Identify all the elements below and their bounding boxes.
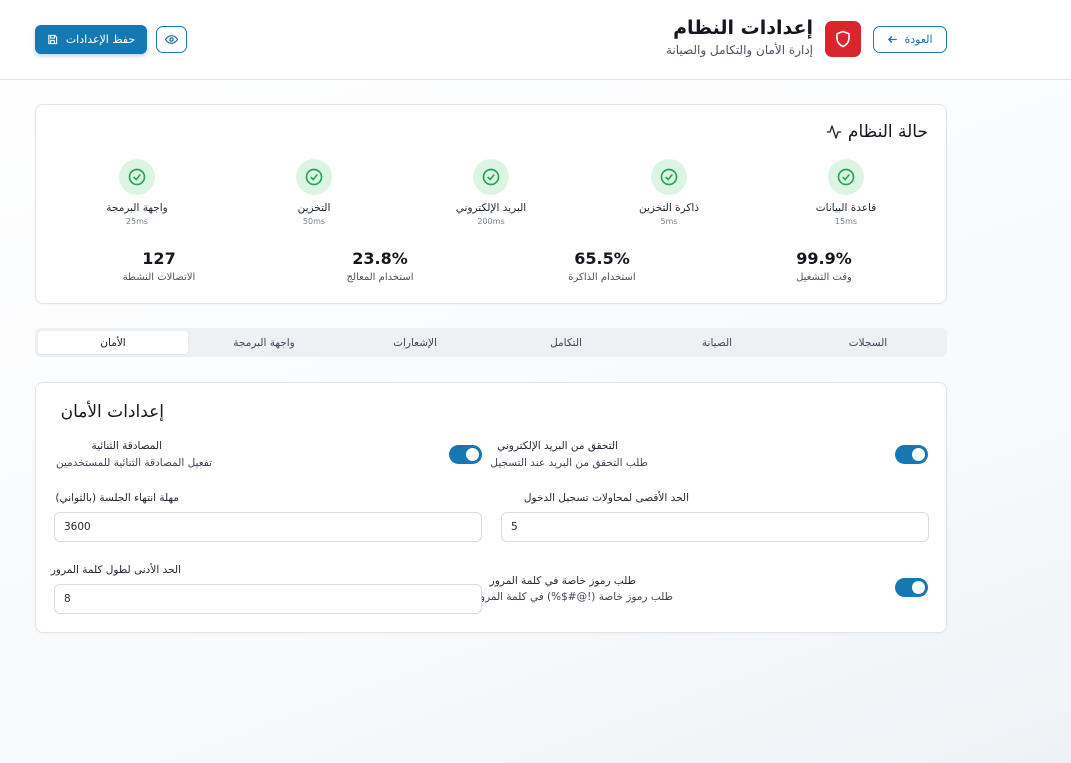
page-title: إعدادات النظام (673, 17, 813, 39)
check-circle-icon (473, 159, 509, 195)
status-title-text: حالة النظام (847, 122, 928, 142)
back-button[interactable]: العودة (873, 26, 947, 53)
metric-uptime: 99.9% وقت التشغيل (744, 249, 904, 283)
toggle-knob (466, 448, 479, 461)
email-verification-desc: طلب التحقق من البريد عند التسجيل (490, 457, 648, 469)
special-chars-toggle[interactable] (895, 578, 928, 597)
check-circle-icon (119, 159, 155, 195)
min-password-length-input[interactable]: 8 (54, 584, 482, 614)
metric-connections: 127 الاتصالات النشطة (79, 249, 239, 283)
max-login-attempts-input[interactable]: 5 (501, 512, 929, 542)
save-settings-button[interactable]: حفظ الإعدادات (35, 25, 147, 54)
activity-icon (826, 125, 842, 139)
system-status-card: حالة النظام قاعدة البيانات 15ms ذاكرة ال… (35, 104, 947, 304)
tab-api[interactable]: واجهة البرمجة (189, 331, 339, 354)
eye-icon (165, 35, 178, 44)
service-database: قاعدة البيانات 15ms (776, 159, 916, 226)
metric-label: استخدام المعالج (346, 272, 414, 283)
toggle-knob (912, 448, 925, 461)
service-latency: 200ms (477, 217, 505, 226)
status-title: حالة النظام (826, 122, 928, 142)
metric-memory: 65.5% استخدام الذاكرة (522, 249, 682, 283)
shield-logo (825, 21, 861, 57)
service-api: واجهة البرمجة 25ms (67, 159, 207, 226)
session-timeout-label: مهلة انتهاء الجلسة (بالثواني) (55, 492, 179, 504)
service-name: واجهة البرمجة (106, 202, 168, 214)
settings-tabs: السجلات الصيانة التكامل الإشعارات واجهة … (35, 328, 947, 357)
service-latency: 25ms (125, 217, 149, 226)
metric-label: وقت التشغيل (796, 272, 852, 283)
two-factor-label: المصادقة الثنائية (91, 440, 162, 452)
check-circle-icon (296, 159, 332, 195)
service-latency: 50ms (302, 217, 326, 226)
tab-maintenance[interactable]: الصيانة (642, 331, 792, 354)
service-storage: التخزين 50ms (244, 159, 384, 226)
service-cache: ذاكرة التخزين 5ms (599, 159, 739, 226)
security-settings-card: إعدادات الأمان التحقق من البريد الإلكترو… (35, 382, 947, 633)
service-name: التخزين (297, 202, 331, 214)
metric-label: استخدام الذاكرة (568, 272, 636, 283)
save-label: حفظ الإعدادات (65, 33, 136, 46)
email-verification-label: التحقق من البريد الإلكتروني (497, 440, 618, 452)
section-title: إعدادات الأمان (60, 402, 164, 422)
service-latency: 5ms (660, 217, 678, 226)
special-chars-label: طلب رموز خاصة في كلمة المرور (489, 575, 636, 587)
service-name: البريد الإلكتروني (455, 202, 527, 214)
max-login-attempts-label: الحد الأقصى لمحاولات تسجيل الدخول (523, 492, 689, 504)
back-label: العودة (904, 33, 933, 46)
service-email: البريد الإلكتروني 200ms (421, 159, 561, 226)
service-name: قاعدة البيانات (815, 202, 877, 214)
metric-value: 127 (142, 249, 176, 268)
check-circle-icon (651, 159, 687, 195)
two-factor-toggle[interactable] (449, 445, 482, 464)
metric-cpu: 23.8% استخدام المعالج (300, 249, 460, 283)
two-factor-desc: تفعيل المصادقة الثنائية للمستخدمين (56, 457, 212, 469)
min-password-length-label: الحد الأدنى لطول كلمة المرور (50, 564, 181, 576)
email-verification-toggle[interactable] (895, 445, 928, 464)
page-subtitle: إدارة الأمان والتكامل والصيانة (665, 43, 813, 57)
top-header: العودة إعدادات النظام إدارة الأمان والتك… (0, 0, 1071, 80)
service-latency: 15ms (834, 217, 858, 226)
tab-logs[interactable]: السجلات (793, 331, 943, 354)
service-name: ذاكرة التخزين (639, 202, 699, 214)
session-timeout-input[interactable]: 3600 (54, 512, 482, 542)
shield-icon (836, 30, 850, 48)
metric-value: 23.8% (352, 249, 408, 268)
tab-security[interactable]: الأمان (38, 331, 188, 354)
metric-value: 99.9% (796, 249, 852, 268)
metric-value: 65.5% (574, 249, 630, 268)
save-icon (48, 34, 58, 45)
toggle-knob (912, 581, 925, 594)
arrow-left-icon (888, 36, 898, 43)
tab-notifications[interactable]: الإشعارات (340, 331, 490, 354)
tab-integration[interactable]: التكامل (491, 331, 641, 354)
metric-label: الاتصالات النشطة (122, 272, 196, 283)
preview-button[interactable] (156, 26, 187, 53)
special-chars-desc: طلب رموز خاصة (!@#$%) في كلمة المرور (474, 591, 673, 603)
check-circle-icon (828, 159, 864, 195)
